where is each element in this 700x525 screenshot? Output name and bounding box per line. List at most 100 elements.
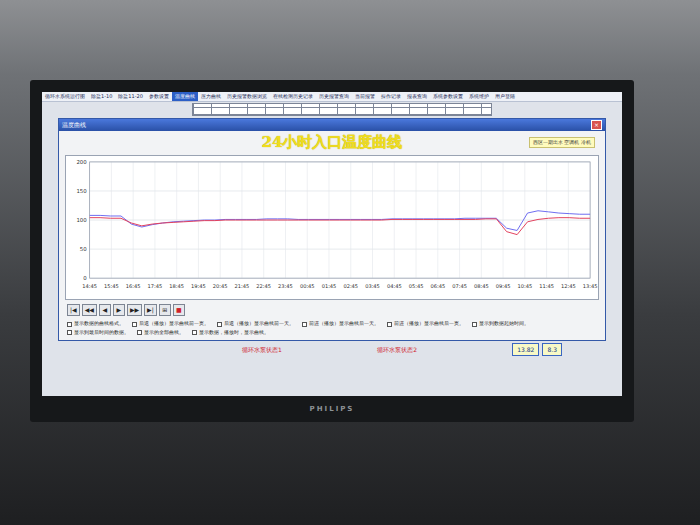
note-text: 前进（播放）显示曲线后一页。 [394,320,464,328]
playback-button[interactable]: |◀ [67,304,80,316]
x-tick: 13:45 [583,283,598,289]
playback-button[interactable]: ◀◀ [82,304,97,316]
menu-item[interactable]: 报表查询 [404,92,430,101]
monitor: 循环水系统运行图除盐1-10除盐11-20参数设置温度曲线压力曲线历史报警数据浏… [30,80,634,422]
x-tick: 19:45 [191,283,206,289]
y-tick: 50 [80,246,87,252]
reading-box: 8.3 [542,343,562,356]
playback-controls: |◀◀◀◀▶▶▶▶|⊞■ [59,300,605,318]
menu-item[interactable]: 压力曲线 [198,92,224,101]
x-tick: 09:45 [496,283,511,289]
x-tick: 03:45 [365,283,380,289]
help-note: 显示到最后时间的数据。 [67,329,129,337]
x-tick: 16:45 [126,283,141,289]
note-text: 显示到最后时间的数据。 [74,329,129,337]
menu-item[interactable]: 历史报警数据浏览 [224,92,270,101]
note-box-icon [302,322,307,327]
help-note: 前进（播放）显示曲线后一页。 [387,320,464,328]
playback-button[interactable]: ▶ [113,304,125,316]
chart-header: 24小时入口温度曲线西区一期出水 空调机 冷机 [59,131,605,155]
x-tick: 04:45 [387,283,402,289]
x-tick: 00:45 [300,283,315,289]
menu-item[interactable]: 系统参数设置 [430,92,466,101]
help-note: 前进（播放）显示曲线后一天。 [302,320,379,328]
grid-line [394,161,395,277]
brand-logo: PHILIPS [310,404,355,415]
grid-line [90,248,590,249]
screen: 循环水系统运行图除盐1-10除盐11-20参数设置温度曲线压力曲线历史报警数据浏… [42,92,622,396]
playback-button[interactable]: ⊞ [159,304,171,316]
playback-button[interactable]: ◀ [99,304,111,316]
menu-item[interactable]: 参数设置 [146,92,172,101]
menu-item[interactable]: 在线检测历史记录 [270,92,316,101]
x-tick: 17:45 [148,283,163,289]
note-text: 后退（播放）显示曲线前一天。 [224,320,294,328]
grid-line [111,161,112,277]
dialog-window: 温度曲线 ×24小时入口温度曲线西区一期出水 空调机 冷机 200 150 100 50 0… [58,118,606,342]
grid-line [503,161,504,277]
y-tick: 150 [76,187,87,193]
menu-item[interactable]: 用户登陆 [492,92,518,101]
note-box-icon [132,322,137,327]
menu-item[interactable]: 系统维护 [466,92,492,101]
help-note: 后退（播放）显示曲线前一天。 [217,320,294,328]
note-text: 显示数据，播放时，显示曲线。 [199,329,269,337]
monitor-bezel: PHILIPS [42,396,622,422]
pump-status-label: 循环水泵状态1 [242,345,282,354]
playback-button[interactable]: ▶| [144,304,157,316]
menu-item[interactable]: 操作记录 [378,92,404,101]
x-tick: 18:45 [169,283,184,289]
x-tick: 15:45 [104,283,119,289]
plot-frame [90,161,590,277]
dialog-title: 温度曲线 [62,121,86,129]
x-tick: 11:45 [539,283,554,289]
note-text: 显示数据的曲线格式。 [74,320,124,328]
series-group [90,217,590,234]
series-line [90,217,590,234]
help-note: 显示到数据起始时间。 [472,320,529,328]
x-tick: 23:45 [278,283,293,289]
chart-plot: 20015010050014:4515:4516:4517:4518:4519:… [65,155,599,301]
note-box-icon [217,322,222,327]
series-line [90,210,590,230]
pump-status-label: 循环水泵状态2 [377,345,417,354]
dialog-titlebar: 温度曲线 × [59,119,605,131]
note-text: 显示到数据起始时间。 [479,320,529,328]
reading-box: 13.82 [512,343,539,356]
note-box-icon [67,322,72,327]
data-grid [192,103,492,116]
playback-button[interactable]: ▶▶ [127,304,142,316]
note-box-icon [67,330,72,335]
readings: 13.828.3 [512,343,562,356]
menu-item[interactable]: 除盐1-10 [88,92,115,101]
grid-line [524,161,525,277]
menu-item[interactable]: 历史报警查询 [316,92,352,101]
playback-button[interactable]: ■ [173,304,185,316]
note-text: 显示的全部曲线。 [144,329,184,337]
menu-item[interactable]: 当前报警 [352,92,378,101]
note-box-icon [387,322,392,327]
x-tick: 05:45 [409,283,424,289]
series-group [90,210,590,230]
x-tick: 02:45 [343,283,358,289]
note-text: 前进（播放）显示曲线后一天。 [309,320,379,328]
note-box-icon [137,330,142,335]
note-box-icon [472,322,477,327]
status-row: 循环水泵状态1 循环水泵状态2 13.828.3 [42,341,622,356]
menu-item[interactable]: 循环水系统运行图 [42,92,88,101]
close-button[interactable]: × [591,120,602,130]
line-chart: 20015010050014:4515:4516:4517:4518:4519:… [66,156,598,300]
menu-item[interactable]: 温度曲线 [172,92,198,101]
note-text: 后退（播放）显示曲线前一页。 [139,320,209,328]
grid-line [459,161,460,277]
x-tick: 07:45 [452,283,467,289]
menu-item[interactable]: 除盐11-20 [115,92,146,101]
grid-line [568,161,569,277]
grid-line [90,190,590,191]
y-tick: 200 [76,158,87,164]
grid-line [176,161,177,277]
grid-line [133,161,134,277]
y-tick: 0 [83,275,87,281]
y-tick: 100 [76,217,87,223]
x-tick: 08:45 [474,283,489,289]
